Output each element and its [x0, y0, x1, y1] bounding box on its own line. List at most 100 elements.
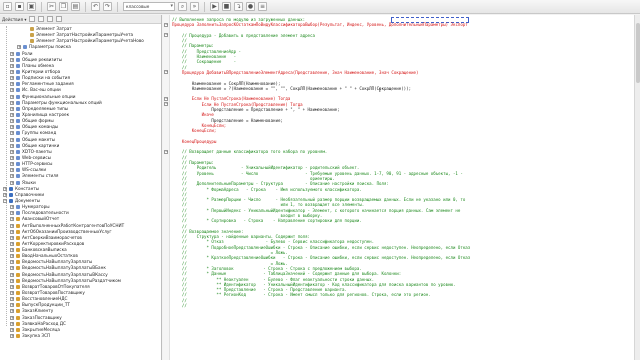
add-icon[interactable] [29, 16, 36, 22]
tree-item[interactable]: + Закупка ЗСП [0, 333, 161, 339]
open-icon[interactable]: ▪ [15, 2, 24, 11]
save-icon[interactable]: ▣ [27, 2, 36, 11]
expand-icon[interactable]: + [10, 248, 14, 253]
redo-icon[interactable]: ↷ [103, 2, 112, 11]
module-editor[interactable]: − − − − − − // Выполнение запроса по модулю и… [163, 15, 640, 360]
expand-icon[interactable]: + [10, 278, 14, 283]
expand-icon[interactable]: + [10, 309, 14, 314]
expand-icon[interactable]: + [10, 106, 14, 111]
expand-icon[interactable]: + [10, 284, 14, 289]
edit-icon[interactable] [38, 16, 45, 22]
fold-toggle-icon[interactable]: − [164, 96, 168, 101]
expand-icon[interactable]: + [10, 297, 14, 302]
code-token: // ** Неактуален - Булево - Флаг неактуа… [172, 276, 375, 282]
fold-toggle-icon[interactable]: − [164, 102, 168, 107]
metadata-object-icon [16, 180, 20, 185]
metadata-object-icon [16, 51, 20, 56]
expand-icon[interactable]: + [10, 303, 14, 308]
code-token: // входит в выборку. [172, 212, 323, 218]
actions-menu[interactable]: Действия ▾ [2, 17, 26, 22]
expand-icon[interactable]: + [10, 168, 14, 173]
code-area[interactable]: // Выполнение запроса по модулю из загру… [172, 17, 632, 308]
expand-icon[interactable]: + [3, 186, 7, 191]
undo-icon[interactable]: ↶ [91, 2, 100, 11]
filter-icon[interactable] [56, 16, 63, 22]
expand-icon[interactable]: + [10, 217, 14, 222]
expand-icon[interactable]: + [10, 260, 14, 265]
expand-icon[interactable]: + [10, 131, 14, 136]
expand-icon[interactable]: + [10, 88, 14, 93]
expand-icon[interactable]: + [10, 94, 14, 99]
expand-icon[interactable]: + [3, 192, 7, 197]
expand-icon[interactable]: + [10, 205, 14, 210]
copy-icon[interactable]: ❐ [59, 2, 68, 11]
step-icon[interactable]: ↴ [234, 2, 243, 11]
expand-icon[interactable]: + [10, 315, 14, 320]
code-token: // Структура - найденные варианты. Содер… [172, 234, 311, 240]
expand-icon[interactable]: + [10, 241, 14, 246]
delete-icon[interactable] [47, 16, 54, 22]
expand-icon[interactable]: + [10, 125, 14, 130]
metadata-object-icon [16, 223, 20, 228]
fold-toggle-icon[interactable]: − [164, 22, 168, 27]
cut-icon[interactable]: ✂ [47, 2, 56, 11]
expand-icon[interactable]: + [10, 63, 14, 68]
code-token: // Параметры: [172, 43, 214, 49]
expand-icon[interactable]: + [10, 235, 14, 240]
search-combo[interactable]: классовые [123, 2, 175, 11]
code-token: // = Ложь. [172, 260, 288, 266]
metadata-object-icon [16, 278, 20, 283]
metadata-object-icon [16, 315, 20, 320]
expand-icon[interactable]: + [10, 119, 14, 124]
expand-icon[interactable]: + [10, 291, 14, 296]
expand-icon[interactable]: + [10, 69, 14, 74]
code-token: // [172, 191, 187, 197]
expand-icon[interactable]: + [10, 143, 14, 148]
fold-toggle-icon[interactable]: − [164, 149, 168, 154]
expand-icon[interactable]: + [10, 137, 14, 142]
configuration-tree[interactable]: Элемент Затрат Элемент ЗатратНастройкиПар… [0, 26, 161, 360]
metadata-object-icon [16, 125, 20, 130]
metadata-object-icon [16, 327, 20, 332]
paste-icon[interactable]: ▤ [71, 2, 80, 11]
expand-icon[interactable]: + [10, 180, 14, 185]
metadata-object-icon [9, 192, 13, 197]
collapse-icon[interactable]: − [3, 198, 7, 203]
module-icon[interactable]: ≡ [258, 2, 267, 11]
vertical-scrollbar[interactable] [634, 15, 640, 360]
expand-icon[interactable]: + [10, 82, 14, 87]
expand-icon[interactable]: + [10, 149, 14, 154]
metadata-object-icon [16, 76, 20, 81]
expand-icon[interactable]: + [10, 223, 14, 228]
expand-icon[interactable]: + [10, 229, 14, 234]
expand-icon[interactable]: + [17, 45, 21, 50]
expand-icon[interactable]: + [10, 100, 14, 105]
expand-icon[interactable]: + [10, 321, 14, 326]
expand-icon[interactable]: + [10, 162, 14, 167]
fold-toggle-icon[interactable]: − [164, 70, 168, 75]
code-token: // Выполнение запроса по модулю из загру… [172, 17, 308, 22]
expand-icon[interactable]: + [10, 272, 14, 277]
expand-icon[interactable]: + [10, 76, 14, 81]
metadata-object-icon [16, 94, 20, 99]
expand-icon[interactable]: + [10, 327, 14, 332]
debug-icon[interactable]: ▶ [210, 2, 219, 11]
expand-icon[interactable]: + [10, 174, 14, 179]
breakpoint-icon[interactable]: ● [246, 2, 255, 11]
find-next-icon[interactable]: » [190, 2, 199, 11]
stop-icon[interactable]: ■ [222, 2, 231, 11]
metadata-object-icon [16, 82, 20, 87]
expand-icon[interactable]: + [10, 112, 14, 117]
expand-icon[interactable]: + [10, 266, 14, 271]
expand-icon[interactable]: + [10, 57, 14, 62]
fold-toggle-icon[interactable]: − [164, 33, 168, 38]
search-icon[interactable]: ⌕ [178, 2, 187, 11]
expand-icon[interactable]: + [10, 155, 14, 160]
expand-icon[interactable]: + [10, 211, 14, 216]
new-icon[interactable]: ▫ [3, 2, 12, 11]
code-token: // [172, 297, 187, 303]
expand-icon[interactable]: + [10, 51, 14, 56]
expand-icon[interactable]: + [10, 334, 14, 339]
scrollbar-thumb[interactable] [636, 23, 640, 83]
expand-icon[interactable]: + [10, 254, 14, 259]
